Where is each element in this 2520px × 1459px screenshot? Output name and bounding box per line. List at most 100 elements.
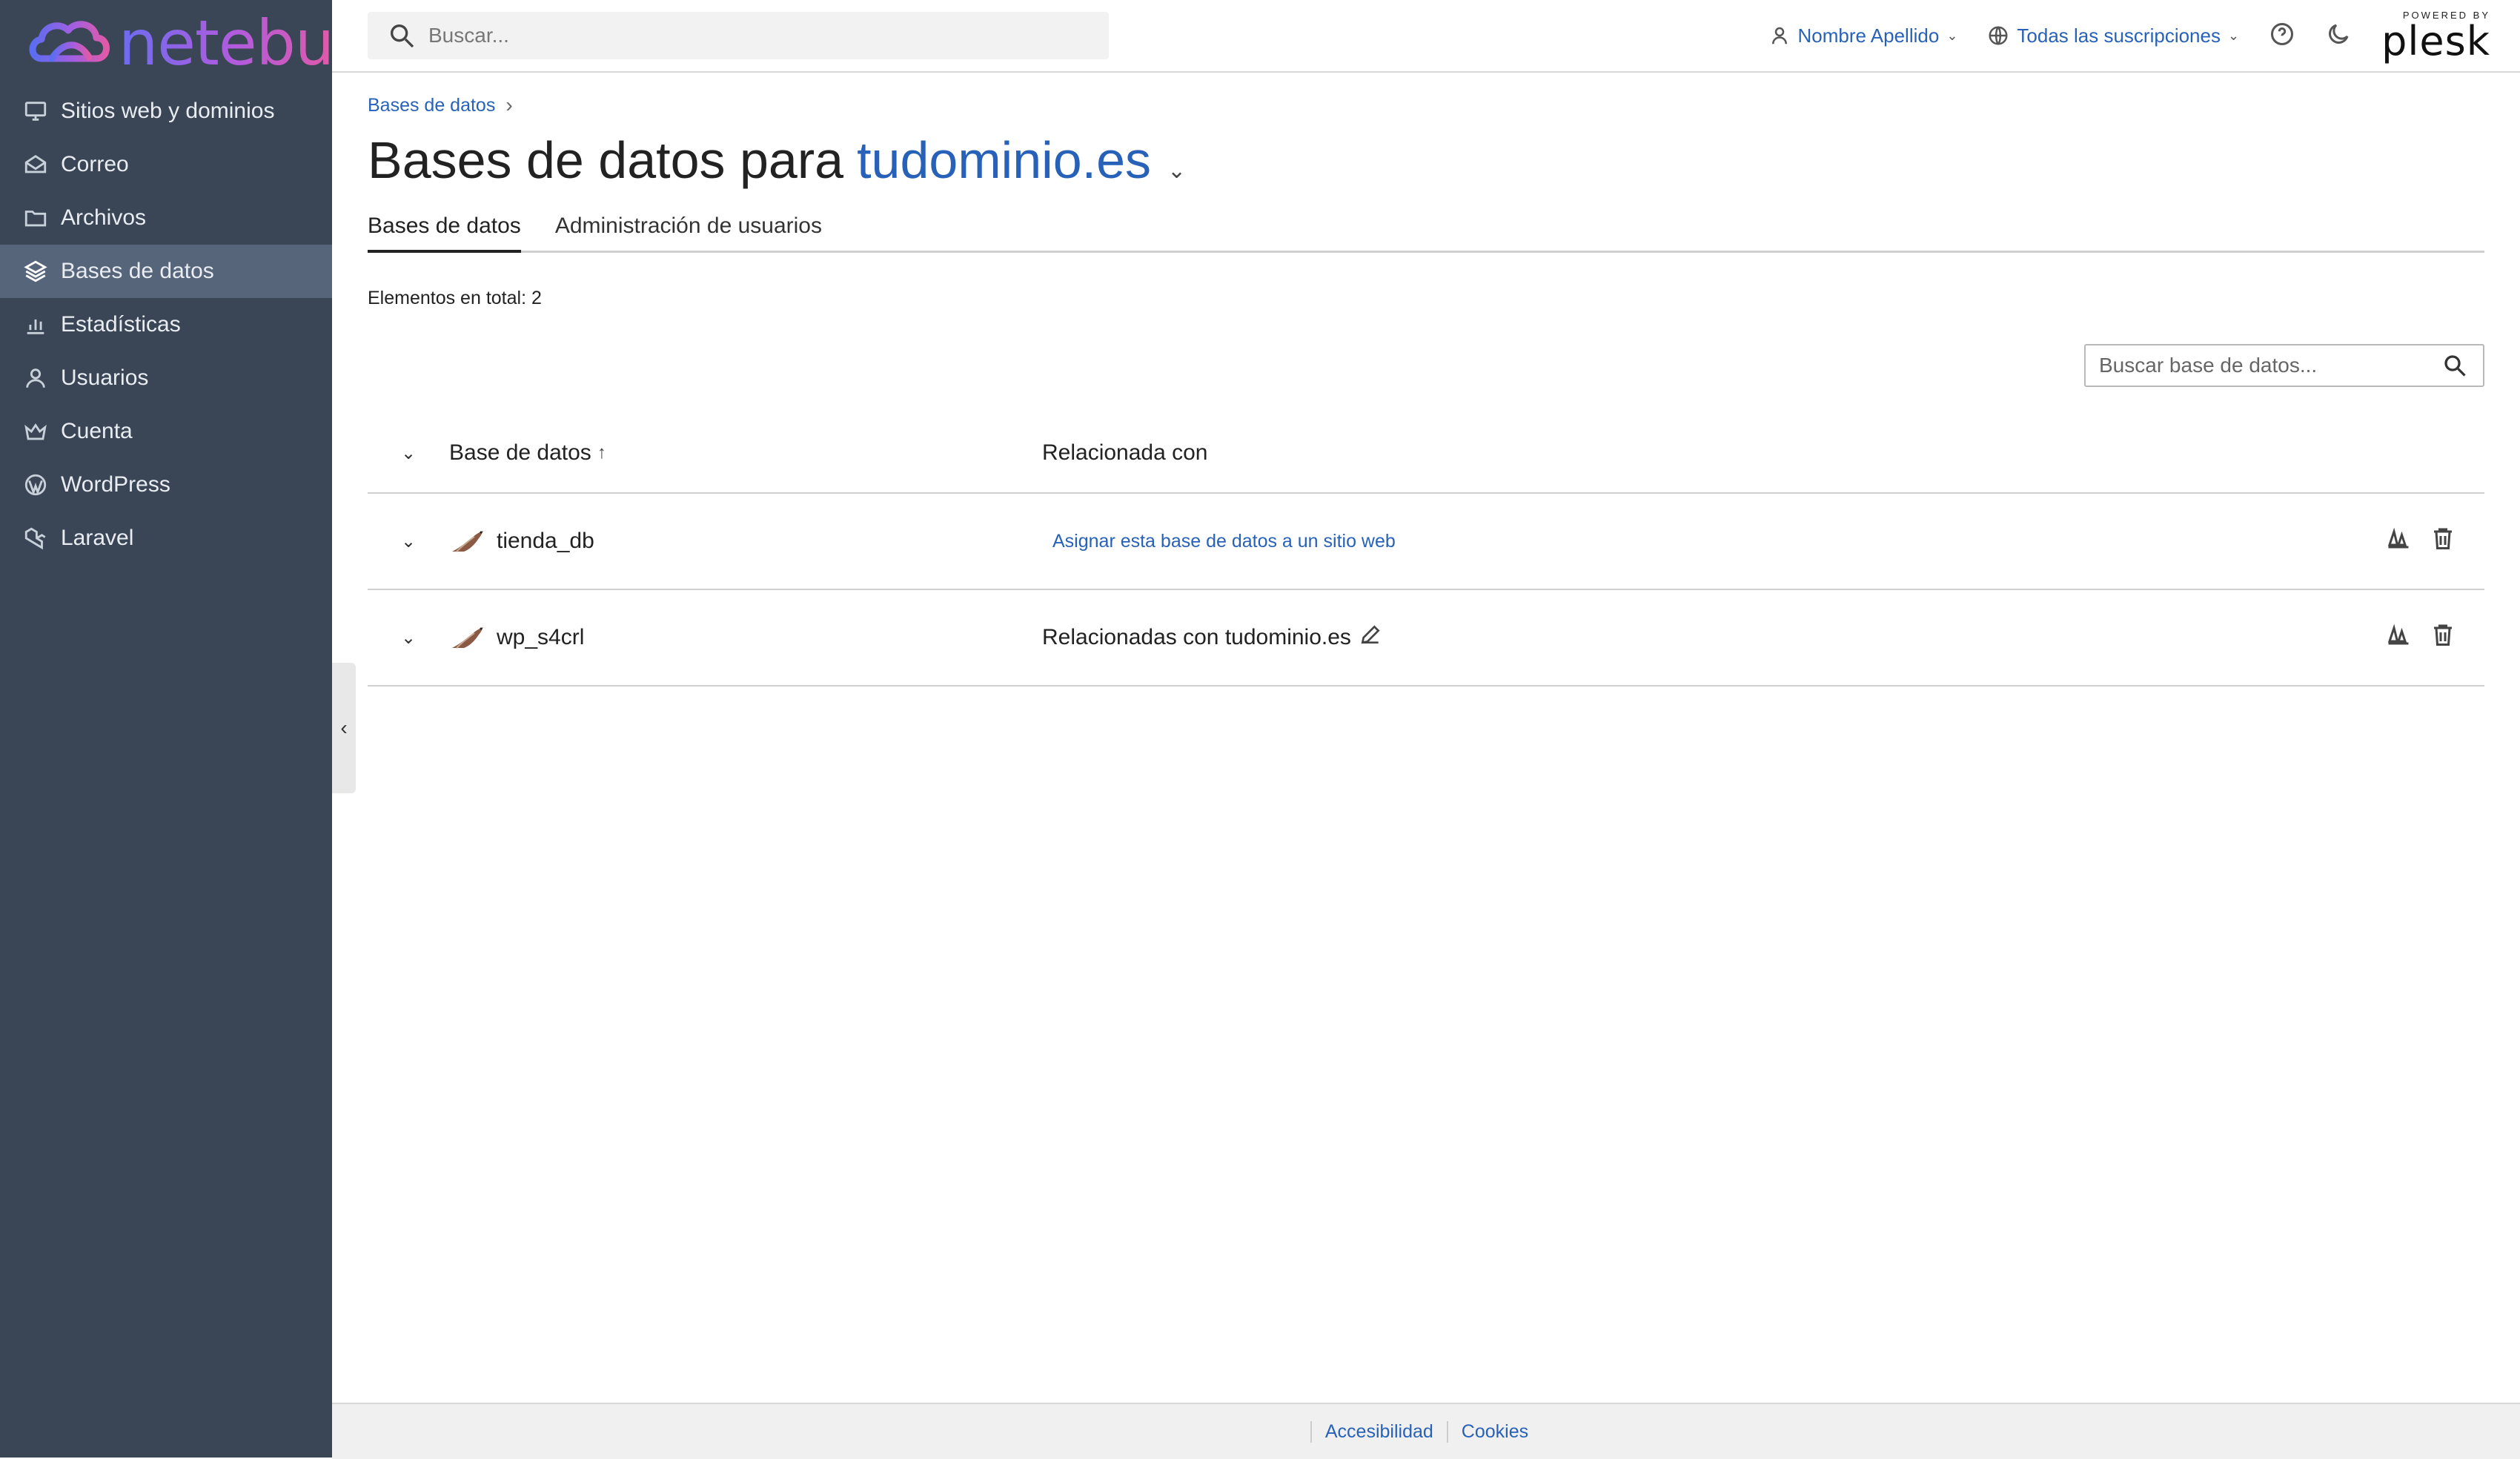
sidebar-item-label: Usuarios bbox=[61, 365, 149, 390]
sidebar-item-wordpress[interactable]: WordPress bbox=[0, 458, 332, 512]
footer: Accesibilidad Cookies bbox=[332, 1403, 2520, 1459]
footer-link-cookies[interactable]: Cookies bbox=[1446, 1420, 1542, 1443]
laravel-icon bbox=[22, 525, 49, 552]
sidebar-item-websites[interactable]: Sitios web y dominios bbox=[0, 85, 332, 138]
monitor-icon bbox=[22, 98, 49, 125]
page-title-prefix: Bases de datos para bbox=[368, 131, 844, 189]
pencil-icon[interactable] bbox=[1351, 623, 1382, 652]
search-icon bbox=[391, 24, 414, 48]
user-name: Nombre Apellido bbox=[1797, 24, 1940, 47]
database-name[interactable]: tienda_db bbox=[497, 529, 594, 554]
sidebar-item-account[interactable]: Cuenta bbox=[0, 405, 332, 458]
database-name-cell: wp_s4crl bbox=[449, 623, 1042, 652]
sidebar-item-label: Sitios web y dominios bbox=[61, 99, 275, 123]
sidebar-item-mail[interactable]: Correo bbox=[0, 138, 332, 191]
database-layers-icon bbox=[22, 258, 49, 285]
sidebar-nav: Sitios web y dominios Correo Archivos Ba… bbox=[0, 85, 332, 565]
column-header-label: Relacionada con bbox=[1042, 440, 1208, 465]
phpmyadmin-sail-icon[interactable] bbox=[2385, 525, 2412, 558]
folder-icon bbox=[22, 205, 49, 231]
total-count: Elementos en total: 2 bbox=[368, 288, 542, 308]
database-name[interactable]: wp_s4crl bbox=[497, 625, 584, 650]
column-header-label: Base de datos bbox=[449, 440, 591, 465]
assign-database-link[interactable]: Asignar esta base de datos a un sitio we… bbox=[1052, 531, 1396, 552]
sidebar-item-databases[interactable]: Bases de datos bbox=[0, 245, 332, 298]
related-cell: Asignar esta base de datos a un sitio we… bbox=[1042, 531, 2228, 552]
mariadb-seal-icon bbox=[452, 627, 483, 649]
related-site-text: Relacionadas con tudominio.es bbox=[1042, 625, 1351, 649]
chevron-down-icon[interactable]: ⌄ bbox=[1167, 158, 1186, 184]
chevron-left-icon: ‹ bbox=[340, 716, 348, 739]
row-actions bbox=[2385, 621, 2456, 654]
sidebar-collapse-handle[interactable]: ‹ bbox=[332, 663, 356, 793]
table-row: ⌄ wp_s4crl Relacionadas con tudominio.es bbox=[368, 590, 2484, 687]
tab-databases[interactable]: Bases de datos bbox=[368, 214, 521, 253]
sidebar-item-label: WordPress bbox=[61, 472, 170, 497]
subscriptions-menu[interactable]: Todas las suscripciones ⌄ bbox=[1987, 24, 2239, 47]
row-expand-toggle[interactable]: ⌄ bbox=[368, 627, 449, 649]
user-menu[interactable]: Nombre Apellido ⌄ bbox=[1768, 24, 1958, 47]
phpmyadmin-sail-icon[interactable] bbox=[2385, 621, 2412, 654]
database-name-cell: tienda_db bbox=[449, 526, 1042, 556]
topbar-actions: Nombre Apellido ⌄ Todas las suscripcione… bbox=[1768, 0, 2490, 71]
table-row: ⌄ tienda_db Asignar esta base de datos a… bbox=[368, 494, 2484, 590]
sidebar-item-users[interactable]: Usuarios bbox=[0, 351, 332, 405]
search-icon[interactable] bbox=[2441, 352, 2468, 379]
sidebar-item-statistics[interactable]: Estadísticas bbox=[0, 298, 332, 351]
mail-icon bbox=[22, 151, 49, 178]
sidebar-item-label: Correo bbox=[61, 152, 129, 176]
plesk-wordmark: plesk bbox=[2381, 17, 2490, 64]
cloud-logo-icon bbox=[29, 21, 110, 62]
expand-all-toggle[interactable]: ⌄ bbox=[368, 443, 449, 464]
sidebar-item-label: Cuenta bbox=[61, 419, 133, 443]
database-search[interactable] bbox=[2084, 344, 2484, 387]
sidebar-item-label: Archivos bbox=[61, 205, 147, 230]
sort-ascending-icon: ↑ bbox=[597, 443, 606, 463]
dark-mode-moon-icon[interactable] bbox=[2325, 21, 2352, 51]
globe-icon bbox=[1989, 26, 2008, 45]
chevrons-down-icon: ⌄ bbox=[400, 443, 417, 463]
column-header-related: Relacionada con bbox=[1042, 440, 2228, 466]
row-expand-toggle[interactable]: ⌄ bbox=[368, 531, 449, 552]
sidebar-item-label: Estadísticas bbox=[61, 312, 181, 337]
subscriptions-label: Todas las suscripciones bbox=[2017, 24, 2221, 47]
page-title-domain[interactable]: tudominio.es bbox=[857, 130, 1151, 190]
related-cell: Relacionadas con tudominio.es bbox=[1042, 623, 2228, 652]
bar-chart-icon bbox=[22, 311, 49, 338]
sidebar: netebu Sitios web y dominios Correo Arch… bbox=[0, 0, 334, 1458]
user-icon bbox=[22, 365, 49, 391]
databases-table: ⌄ Base de datos ↑ Relacionada con ⌄ tien… bbox=[368, 414, 2484, 687]
page-title: Bases de datos para tudominio.es ⌄ bbox=[368, 130, 1186, 190]
plesk-logo: POWERED BY plesk bbox=[2381, 10, 2490, 62]
sidebar-item-files[interactable]: Archivos bbox=[0, 191, 332, 245]
chevron-down-icon: ⌄ bbox=[400, 627, 417, 648]
trash-icon[interactable] bbox=[2430, 525, 2456, 558]
tab-user-management[interactable]: Administración de usuarios bbox=[555, 214, 822, 251]
column-header-database[interactable]: Base de datos ↑ bbox=[449, 440, 1042, 466]
breadcrumb-link-databases[interactable]: Bases de datos bbox=[368, 95, 495, 116]
chevron-right-icon: › bbox=[505, 93, 513, 116]
sidebar-item-label: Laravel bbox=[61, 526, 134, 550]
tabs: Bases de datos Administración de usuario… bbox=[368, 214, 2484, 253]
mariadb-seal-icon bbox=[452, 531, 483, 552]
footer-link-accessibility[interactable]: Accesibilidad bbox=[1310, 1420, 1447, 1443]
crown-icon bbox=[22, 418, 49, 445]
global-search-input[interactable] bbox=[427, 23, 1082, 48]
row-actions bbox=[2385, 525, 2456, 558]
global-search[interactable] bbox=[368, 12, 1109, 59]
database-search-input[interactable] bbox=[2098, 353, 2441, 378]
chevron-down-icon: ⌄ bbox=[400, 531, 417, 552]
help-icon[interactable] bbox=[2269, 21, 2295, 51]
brand-logo[interactable]: netebu bbox=[27, 10, 334, 76]
table-header: ⌄ Base de datos ↑ Relacionada con bbox=[368, 414, 2484, 494]
user-icon bbox=[1771, 27, 1787, 44]
trash-icon[interactable] bbox=[2430, 621, 2456, 654]
sidebar-item-laravel[interactable]: Laravel bbox=[0, 512, 332, 565]
chevron-down-icon: ⌄ bbox=[1946, 27, 1958, 43]
brand-name: netebu bbox=[119, 7, 334, 79]
wordpress-icon bbox=[22, 472, 49, 498]
breadcrumb: Bases de datos › bbox=[368, 93, 513, 117]
topbar: Nombre Apellido ⌄ Todas las suscripcione… bbox=[332, 0, 2520, 73]
chevron-down-icon: ⌄ bbox=[2227, 27, 2240, 43]
sidebar-item-label: Bases de datos bbox=[61, 259, 214, 283]
